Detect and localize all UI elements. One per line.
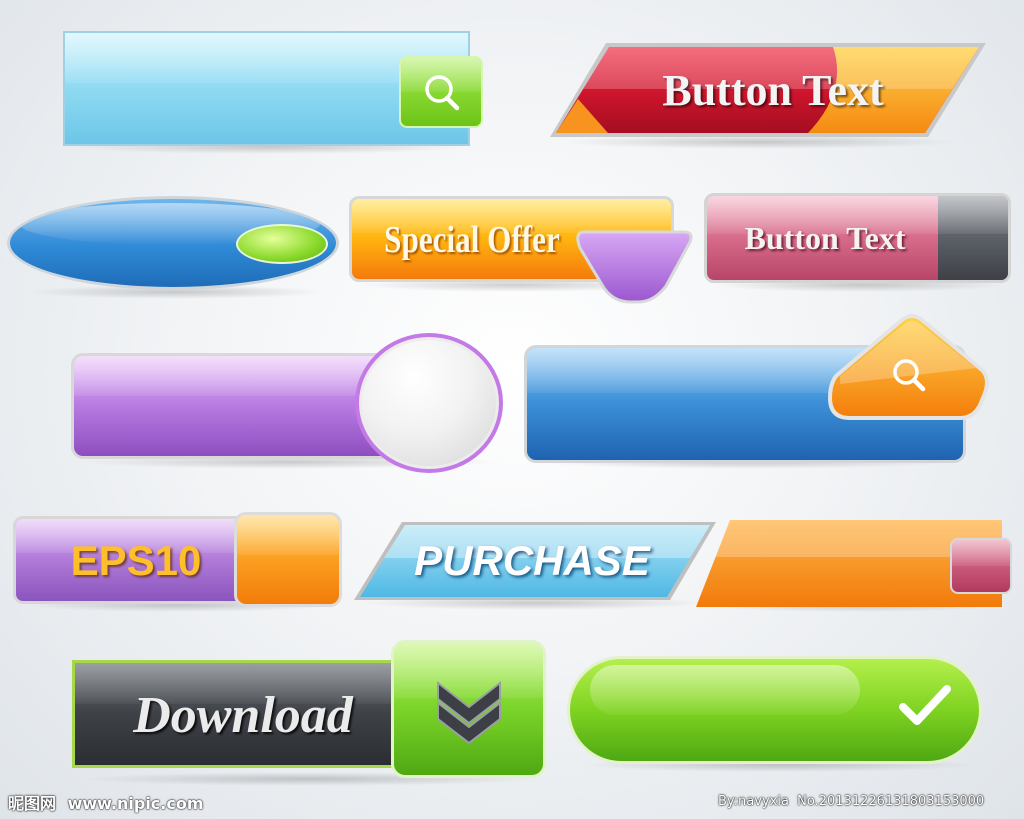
watermark-site-cn: 昵图网 <box>8 794 57 813</box>
orange-search-button[interactable] <box>826 314 990 422</box>
double-chevron-down-icon <box>437 680 501 745</box>
button-label: Download <box>133 686 353 744</box>
watermark-credit: By:navyxia No.20131226131803153000 <box>718 794 985 809</box>
button-label: Button Text <box>662 65 884 115</box>
button-label: PURCHASE <box>414 537 650 584</box>
button-label: EPS10 <box>70 537 202 584</box>
button-text-pink[interactable]: Button Text <box>704 193 1011 283</box>
download-button[interactable]: Download <box>72 660 412 768</box>
search-icon <box>425 75 460 111</box>
purple-bar-button[interactable] <box>71 353 401 459</box>
checkmark-icon <box>899 685 951 725</box>
circle-knob[interactable] <box>355 333 503 473</box>
pink-tab[interactable] <box>950 538 1012 594</box>
purchase-button[interactable]: PURCHASE <box>352 520 718 602</box>
download-green-square[interactable] <box>391 640 546 778</box>
purple-tag-shape <box>576 230 693 304</box>
button-label: Special Offer <box>384 219 560 261</box>
watermark-site-url: www.nipic.com <box>67 794 204 813</box>
button-text-red-slanted[interactable]: Button Text <box>548 41 988 139</box>
watermark-site: 昵图网 www.nipic.com <box>8 790 204 814</box>
green-pill-indicator[interactable] <box>236 224 328 264</box>
search-button-green[interactable] <box>399 56 483 128</box>
button-label: Button Text <box>744 219 906 256</box>
orange-square[interactable] <box>234 512 342 607</box>
green-check-button[interactable] <box>567 656 982 764</box>
eps10-button[interactable]: EPS10 <box>13 516 253 604</box>
